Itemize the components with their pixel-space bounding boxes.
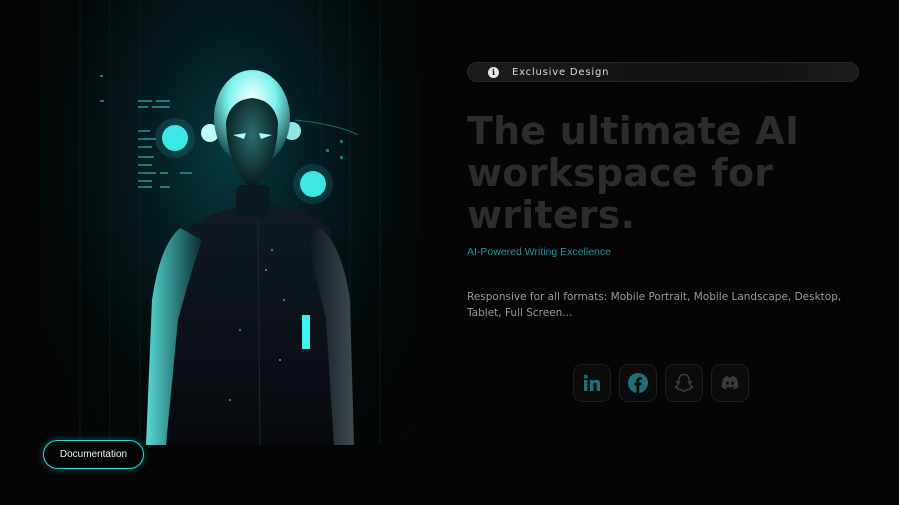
linkedin-icon <box>583 374 600 391</box>
snapchat-button[interactable] <box>665 364 703 402</box>
hero-robot-illustration <box>40 0 420 445</box>
hero-title: The ultimate AI workspace for writers. <box>467 109 800 237</box>
social-links <box>573 364 749 402</box>
documentation-button[interactable]: Documentation <box>43 440 144 469</box>
info-icon: i <box>488 66 499 78</box>
linkedin-button[interactable] <box>573 364 611 402</box>
badge-label: Exclusive Design <box>512 66 610 78</box>
discord-icon <box>721 376 739 390</box>
facebook-icon <box>628 373 648 393</box>
hero-subtitle: AI-Powered Writing Excellence <box>467 246 611 258</box>
snapchat-icon <box>674 373 694 393</box>
facebook-button[interactable] <box>619 364 657 402</box>
discord-button[interactable] <box>711 364 749 402</box>
hero-description: Responsive for all formats: Mobile Portr… <box>467 291 842 319</box>
exclusive-design-badge: i Exclusive Design <box>467 62 859 82</box>
